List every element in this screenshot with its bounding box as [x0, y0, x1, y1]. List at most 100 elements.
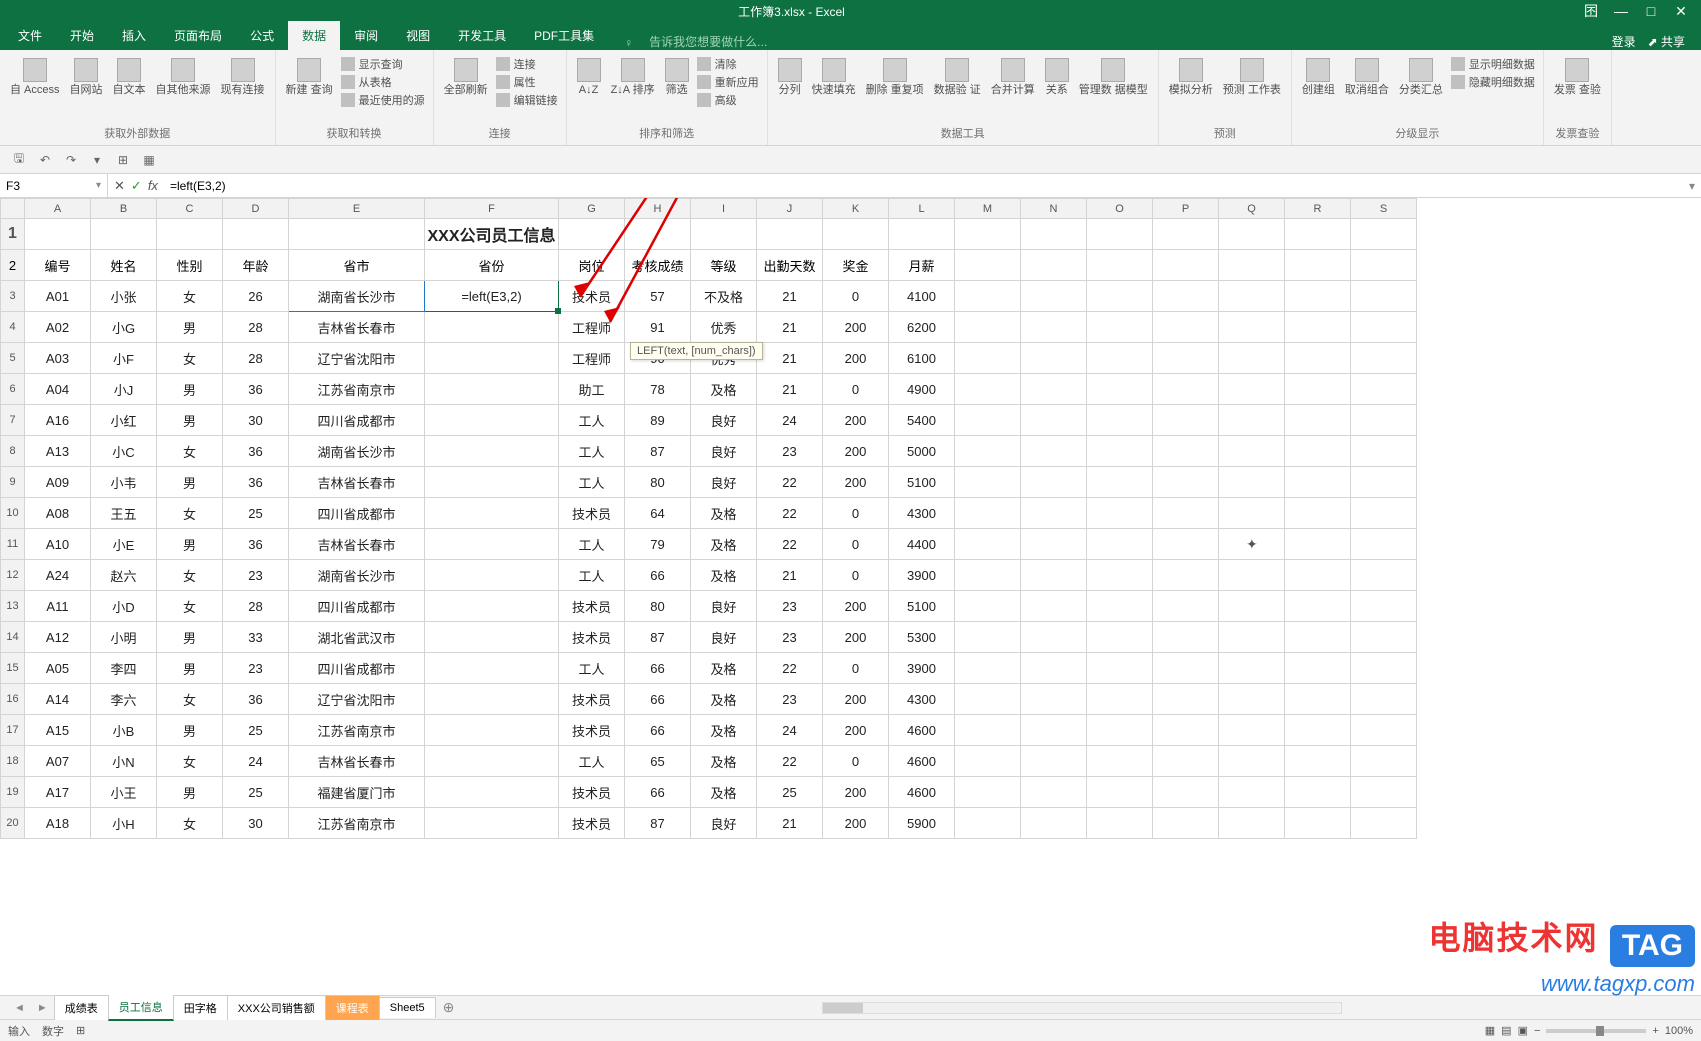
cell[interactable] [1153, 715, 1219, 746]
cell[interactable]: 及格 [691, 715, 757, 746]
cell[interactable] [1351, 622, 1417, 653]
cell[interactable] [1285, 777, 1351, 808]
cell[interactable] [955, 777, 1021, 808]
cell[interactable] [1153, 343, 1219, 374]
cell[interactable]: 0 [823, 746, 889, 777]
cell[interactable]: 36 [223, 374, 289, 405]
cell[interactable]: 21 [757, 374, 823, 405]
cell[interactable] [1087, 715, 1153, 746]
close-icon[interactable]: ✕ [1669, 3, 1693, 20]
cell[interactable] [1021, 529, 1087, 560]
cell[interactable]: 工人 [559, 467, 625, 498]
cell[interactable]: 辽宁省沈阳市 [289, 684, 425, 715]
ribbon-button[interactable]: A↓Z [575, 56, 603, 99]
ribbon-button[interactable]: 预测 工作表 [1221, 56, 1283, 99]
cell[interactable] [1351, 281, 1417, 312]
cell[interactable]: 优秀 [691, 312, 757, 343]
cell[interactable]: 89 [625, 405, 691, 436]
cell[interactable]: 女 [157, 591, 223, 622]
cell[interactable]: 小C [91, 436, 157, 467]
cell[interactable]: 30 [223, 808, 289, 839]
cell[interactable]: 及格 [691, 684, 757, 715]
cell[interactable]: 200 [823, 684, 889, 715]
ribbon-small-button[interactable]: 高级 [697, 92, 759, 108]
ribbon-small-button[interactable]: 重新应用 [697, 74, 759, 90]
column-header-S[interactable]: S [1351, 199, 1417, 219]
table-header-cell[interactable]: 考核成绩 [625, 250, 691, 281]
cell[interactable]: 小E [91, 529, 157, 560]
cell[interactable] [1021, 622, 1087, 653]
cell[interactable]: 良好 [691, 622, 757, 653]
cell[interactable]: 男 [157, 467, 223, 498]
sheet-tab-员工信息[interactable]: 员工信息 [108, 994, 174, 1021]
cell[interactable]: 技术员 [559, 281, 625, 312]
cell[interactable] [425, 715, 559, 746]
row-header[interactable]: 17 [1, 715, 25, 746]
cell[interactable]: 男 [157, 777, 223, 808]
cell[interactable] [1285, 715, 1351, 746]
cell[interactable]: 30 [223, 405, 289, 436]
name-box-input[interactable] [6, 179, 74, 193]
cell[interactable] [1021, 219, 1087, 250]
cell[interactable] [1351, 250, 1417, 281]
ribbon-button[interactable]: 发票 查验 [1552, 56, 1603, 99]
cell[interactable]: 小韦 [91, 467, 157, 498]
column-header-R[interactable]: R [1285, 199, 1351, 219]
ribbon-button[interactable]: Z↓A 排序 [609, 56, 657, 99]
ribbon-small-button[interactable]: 隐藏明细数据 [1451, 74, 1535, 90]
cell[interactable]: 21 [757, 808, 823, 839]
cell[interactable] [1285, 498, 1351, 529]
cell[interactable]: 200 [823, 591, 889, 622]
cell[interactable]: 女 [157, 560, 223, 591]
cell[interactable]: 200 [823, 436, 889, 467]
cell[interactable]: 65 [625, 746, 691, 777]
cell[interactable]: 5000 [889, 436, 955, 467]
cell[interactable] [1021, 405, 1087, 436]
column-header-N[interactable]: N [1021, 199, 1087, 219]
ribbon-button[interactable]: 关系 [1043, 56, 1071, 99]
cell[interactable]: 200 [823, 405, 889, 436]
cell[interactable]: 78 [625, 374, 691, 405]
menu-tab-视图[interactable]: 视图 [392, 21, 444, 50]
active-cell[interactable]: =left(E3,2) [425, 281, 559, 312]
column-header-M[interactable]: M [955, 199, 1021, 219]
zoom-out-icon[interactable]: − [1534, 1025, 1540, 1037]
cell[interactable] [955, 808, 1021, 839]
cell[interactable] [1087, 250, 1153, 281]
cell[interactable] [955, 560, 1021, 591]
cell[interactable]: 小F [91, 343, 157, 374]
column-header-D[interactable]: D [223, 199, 289, 219]
cell[interactable] [1351, 777, 1417, 808]
cell[interactable] [1219, 374, 1285, 405]
cell[interactable]: 4600 [889, 777, 955, 808]
cell[interactable] [223, 219, 289, 250]
cell[interactable]: 6100 [889, 343, 955, 374]
row-header[interactable]: 14 [1, 622, 25, 653]
cell[interactable]: 技术员 [559, 684, 625, 715]
cell[interactable] [425, 746, 559, 777]
cell[interactable]: 23 [757, 684, 823, 715]
cell[interactable] [1351, 219, 1417, 250]
cell[interactable]: 工程师 [559, 312, 625, 343]
cell[interactable] [1021, 684, 1087, 715]
cell[interactable]: 0 [823, 529, 889, 560]
column-header-F[interactable]: F [425, 199, 559, 219]
cell[interactable] [425, 436, 559, 467]
cell[interactable] [1219, 281, 1285, 312]
ribbon-button[interactable]: 删除 重复项 [864, 56, 926, 99]
column-header-P[interactable]: P [1153, 199, 1219, 219]
cell[interactable]: 4300 [889, 684, 955, 715]
cell[interactable] [289, 219, 425, 250]
cell[interactable]: 33 [223, 622, 289, 653]
cell[interactable]: 李四 [91, 653, 157, 684]
cell[interactable]: 吉林省长春市 [289, 529, 425, 560]
cell[interactable] [1153, 436, 1219, 467]
view-pagebreak-icon[interactable]: ▣ [1518, 1024, 1528, 1037]
row-header[interactable]: 19 [1, 777, 25, 808]
ribbon-small-button[interactable]: 连接 [496, 56, 558, 72]
cell[interactable]: 男 [157, 715, 223, 746]
ribbon-button[interactable]: 自网站 [68, 56, 105, 99]
cell[interactable] [1087, 312, 1153, 343]
cell[interactable]: 24 [757, 405, 823, 436]
cell[interactable]: 女 [157, 281, 223, 312]
